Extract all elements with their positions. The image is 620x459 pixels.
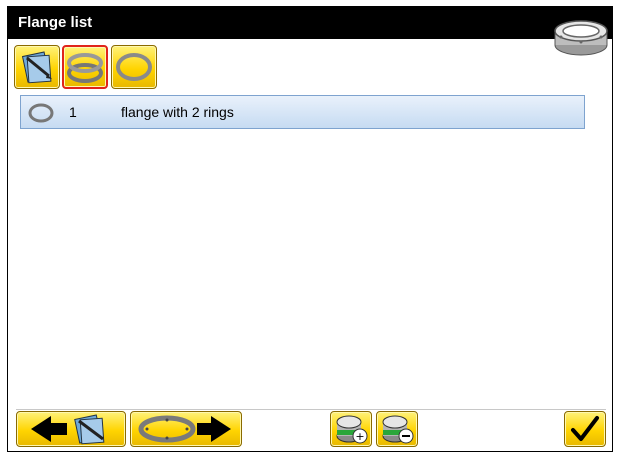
svg-text:+: + bbox=[355, 430, 364, 443]
two-rings-button[interactable] bbox=[62, 45, 108, 89]
ring-icon bbox=[28, 103, 54, 123]
remove-flange-button[interactable] bbox=[376, 411, 418, 447]
add-flange-icon: + bbox=[336, 415, 368, 444]
single-ring-button[interactable] bbox=[111, 45, 157, 89]
back-button[interactable] bbox=[16, 411, 126, 447]
single-ring-icon bbox=[116, 53, 152, 81]
edit-flange-button[interactable] bbox=[14, 45, 60, 89]
confirm-button[interactable] bbox=[564, 411, 606, 447]
two-rings-icon bbox=[67, 53, 103, 83]
flange-name: flange with 2 rings bbox=[121, 104, 234, 120]
title-bar: Flange list bbox=[8, 7, 612, 39]
edit-document-icon bbox=[21, 51, 52, 84]
footer-divider bbox=[16, 409, 606, 410]
flange-icon bbox=[554, 20, 608, 56]
window-title: Flange list bbox=[18, 14, 93, 31]
ring-forward-arrow-icon bbox=[138, 415, 231, 443]
checkmark-icon bbox=[571, 416, 599, 441]
flange-list: 1 flange with 2 rings bbox=[18, 93, 585, 401]
add-flange-button[interactable]: + bbox=[330, 411, 372, 447]
back-arrow-document-icon bbox=[31, 414, 105, 445]
list-item[interactable]: 1 flange with 2 rings bbox=[20, 95, 585, 129]
flange-number: 1 bbox=[69, 104, 77, 120]
next-ring-button[interactable] bbox=[130, 411, 242, 447]
remove-flange-icon bbox=[382, 415, 414, 444]
flange-list-window: Flange list 1 flange with 2 rings + bbox=[7, 6, 613, 452]
